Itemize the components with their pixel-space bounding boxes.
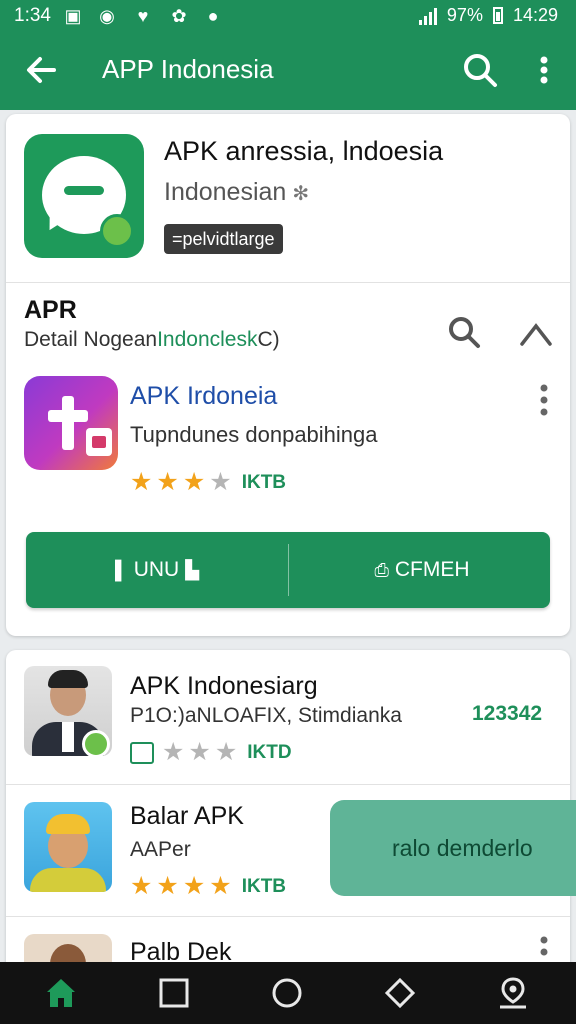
heart-icon: ♥: [137, 6, 149, 26]
location-icon[interactable]: [496, 976, 530, 1010]
star-rating: ★ ★ ★ ★ IKTB: [130, 874, 286, 899]
search-icon[interactable]: [444, 312, 484, 352]
featured-app-name[interactable]: APK Irdoneia: [130, 382, 277, 411]
star-icon: ★: [209, 468, 232, 496]
star-icon: ★: [130, 872, 153, 900]
cross-icon: [48, 396, 88, 450]
divider: [6, 282, 570, 283]
search-icon[interactable]: [458, 48, 502, 92]
rating-label: IKTB: [241, 875, 287, 897]
divider: [6, 916, 570, 917]
battery-icon: [492, 7, 503, 24]
battery-percent: 97%: [446, 5, 483, 25]
gallery-icon: ▣: [64, 6, 82, 26]
thumb-icon: ▙: [185, 559, 200, 580]
overflow-menu-icon[interactable]: [530, 380, 558, 420]
list-item-subtitle: P1O:)aNLOAFIX, Stimdianka: [130, 704, 402, 727]
app-detail-card: APK anressia, lndoesia Indonesian ✻ =pelv…: [6, 114, 570, 636]
rating-label: IKTB: [241, 471, 287, 493]
avatar[interactable]: [24, 666, 112, 756]
overflow-menu-icon[interactable]: [526, 48, 562, 92]
star-icon: ★: [182, 468, 206, 496]
action-bar: ▌ UNU ▙ ⎙ CFMEH: [26, 532, 550, 608]
overflow-menu-icon[interactable]: [530, 934, 558, 964]
status-clock: 14:29: [512, 5, 558, 25]
star-icon: ★: [214, 738, 238, 766]
avatar[interactable]: [24, 802, 112, 892]
download-count: 123342: [472, 702, 543, 725]
chat-icon: ●: [207, 6, 219, 26]
app-name: APK anressia, lndoesia: [164, 136, 444, 166]
app-icon: [24, 134, 144, 258]
store-icon: [130, 742, 154, 764]
app-tag: =pelvidtlarge: [164, 224, 283, 254]
star-rating: ★ ★ ★ ★ IKTB: [130, 470, 286, 495]
list-item-name[interactable]: APK Indonesiarg: [130, 672, 318, 701]
status-bar: 1:34 ▣ ◉ ♥ ✿ ● 97% 14:29: [0, 0, 576, 34]
featured-app-description: Tupndunes donpabihinga: [130, 422, 378, 447]
app-bar-title: APP Indonesia: [102, 54, 274, 84]
download-icon: ⎙: [374, 559, 389, 580]
top-bar: 1:34 ▣ ◉ ♥ ✿ ● 97% 14:29 APP Indonesia: [0, 0, 576, 110]
gear-icon: ✻: [292, 183, 310, 205]
star-rating: ★ ★ ★ IKTD: [162, 740, 292, 765]
signal-icon: [418, 7, 437, 25]
star-icon: ★: [209, 872, 232, 900]
app-list-card: APK Indonesiarg P1O:)aNLOAFIX, Stimdiank…: [6, 650, 576, 1024]
left-action-button[interactable]: ▌ UNU ▙: [26, 532, 288, 608]
home-circle-icon[interactable]: [270, 976, 304, 1010]
app-developer[interactable]: Indonesian ✻: [164, 178, 309, 207]
app-bar: APP Indonesia: [0, 34, 576, 110]
star-icon: ★: [156, 468, 179, 496]
social-icon: ◉: [99, 6, 115, 26]
recents-square-icon[interactable]: [157, 976, 191, 1010]
list-item-action-button[interactable]: ralo demderlo: [330, 800, 576, 896]
divider: [6, 784, 570, 785]
right-action-label: CFMEH: [394, 558, 470, 581]
right-action-button[interactable]: ⎙ CFMEH: [288, 532, 550, 608]
star-icon: ★: [130, 468, 153, 496]
star-icon: ★: [162, 738, 185, 766]
star-icon: ★: [182, 872, 206, 900]
rating-label: IKTD: [247, 741, 292, 763]
left-action-label: UNU: [133, 558, 180, 581]
leaf-icon: ✿: [171, 6, 187, 26]
list-item-subtitle: AAPer: [130, 838, 191, 861]
back-arrow-icon[interactable]: [20, 48, 64, 92]
section-title: APR: [24, 296, 77, 324]
diamond-icon[interactable]: [383, 976, 417, 1010]
bottom-nav-bar: [0, 962, 576, 1024]
star-icon: ★: [156, 872, 179, 900]
home-icon[interactable]: [44, 976, 78, 1010]
star-icon: ★: [188, 738, 211, 766]
featured-app-icon[interactable]: [24, 376, 118, 470]
bar-icon: ▌: [114, 559, 128, 580]
section-subtitle: Detail NogeanIndoncleskC): [24, 328, 280, 351]
status-time: 1:34: [14, 5, 51, 26]
expand-arrow-icon[interactable]: [516, 312, 556, 352]
list-item-name[interactable]: Balar APK: [130, 802, 244, 831]
